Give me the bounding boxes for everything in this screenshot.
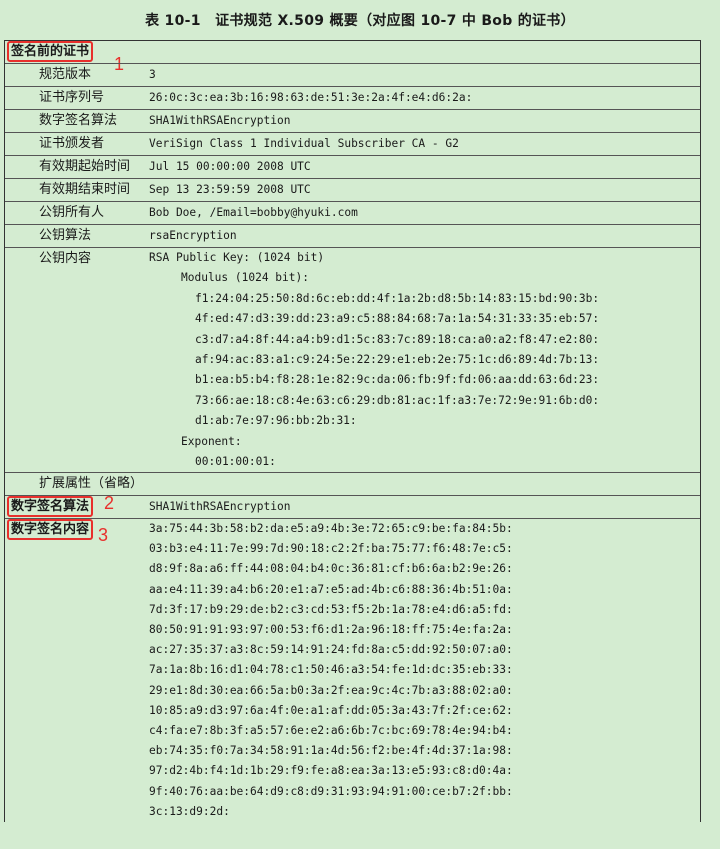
sig-line: 80:50:91:91:93:97:00:53:f6:d1:2a:96:18:f…	[149, 623, 513, 637]
sig-line: 29:e1:8d:30:ea:66:5a:b0:3a:2f:ea:9c:4c:7…	[149, 683, 513, 697]
field-label: 公钥所有人	[39, 205, 105, 220]
field-row: 公钥所有人 Bob Doe, /Email=bobby@hyuki.com	[5, 202, 700, 225]
sig-line: 9f:40:76:aa:be:64:d9:c8:d9:31:93:94:91:0…	[149, 784, 513, 798]
extensions-label: 扩展属性（省略）	[39, 476, 144, 491]
field-row: 规范版本 3	[5, 64, 700, 87]
sig-line: d8:9f:8a:a6:ff:44:08:04:b4:0c:36:81:cf:b…	[149, 562, 513, 576]
field-label: 公钥算法	[39, 228, 92, 243]
field-row: 证书颁发者 VeriSign Class 1 Individual Subscr…	[5, 133, 700, 156]
field-value: rsaEncryption	[149, 229, 237, 242]
field-label: 规范版本	[39, 67, 92, 82]
field-row: 公钥算法 rsaEncryption	[5, 225, 700, 248]
sig-line: 10:85:a9:d3:97:6a:4f:0e:a1:af:dd:05:3a:4…	[149, 703, 513, 717]
field-value: Bob Doe, /Email=bobby@hyuki.com	[149, 206, 358, 219]
sig-algo-value: SHA1WithRSAEncryption	[149, 500, 291, 513]
field-label: 有效期起始时间	[39, 159, 131, 174]
extensions-row: 扩展属性（省略）	[5, 473, 700, 496]
field-row: 证书序列号 26:0c:3c:ea:3b:16:98:63:de:51:3e:2…	[5, 87, 700, 110]
certificate-table: 签名前的证书 规范版本 3 证书序列号 26:0c:3c:ea:3b:16:98…	[4, 40, 701, 823]
sig-line: aa:e4:11:39:a4:b6:20:e1:a7:e5:ad:4b:c6:8…	[149, 582, 513, 596]
field-row: 有效期结束时间 Sep 13 23:59:59 2008 UTC	[5, 179, 700, 202]
modulus-line: b1:ea:b5:b4:f8:28:1e:82:9c:da:06:fb:9f:f…	[195, 373, 600, 387]
sig-line: 97:d2:4b:f4:1d:1b:29:f9:fe:a8:ea:3a:13:e…	[149, 764, 513, 778]
sig-algo-label: 数字签名算法	[7, 496, 94, 517]
sig-algo-row: 数字签名算法 SHA1WithRSAEncryption	[5, 496, 700, 519]
sig-line: ac:27:35:37:a3:8c:59:14:91:24:fd:8a:c5:d…	[149, 643, 513, 657]
field-row: 有效期起始时间 Jul 15 00:00:00 2008 UTC	[5, 156, 700, 179]
sig-line: 3c:13:d9:2d:	[149, 804, 230, 818]
sig-line: 3a:75:44:3b:58:b2:da:e5:a9:4b:3e:72:65:c…	[149, 522, 513, 535]
modulus-line: f1:24:04:25:50:8d:6c:eb:dd:4f:1a:2b:d8:5…	[195, 291, 600, 305]
field-label: 有效期结束时间	[39, 182, 131, 197]
modulus-line: d1:ab:7e:97:96:bb:2b:31:	[195, 414, 357, 428]
sig-line: eb:74:35:f0:7a:34:58:91:1a:4d:56:f2:be:4…	[149, 744, 513, 758]
sig-line: 03:b3:e4:11:7e:99:7d:90:18:c2:2f:ba:75:7…	[149, 542, 513, 556]
section-header-row: 签名前的证书	[5, 41, 700, 64]
field-label: 证书颁发者	[39, 136, 105, 151]
modulus-line: 4f:ed:47:d3:39:dd:23:a9:c5:88:84:68:7a:1…	[195, 312, 600, 326]
field-value: SHA1WithRSAEncryption	[149, 114, 291, 127]
modulus-line: af:94:ac:83:a1:c9:24:5e:22:29:e1:eb:2e:7…	[195, 353, 600, 367]
public-key-row: 公钥内容 RSA Public Key: (1024 bit) Modulus …	[5, 248, 700, 473]
exponent-value: 00:01:00:01:	[195, 455, 276, 469]
field-label: 证书序列号	[39, 90, 105, 105]
exponent-label: Exponent:	[181, 434, 242, 448]
sig-line: c4:fa:e7:8b:3f:a5:57:6e:e2:a6:6b:7c:bc:6…	[149, 724, 513, 738]
sig-line: 7a:1a:8b:16:d1:04:78:c1:50:46:a3:54:fe:1…	[149, 663, 513, 677]
public-key-title: RSA Public Key: (1024 bit)	[149, 251, 325, 264]
section-before-sig-label: 签名前的证书	[7, 41, 94, 62]
table-caption: 表 10-1 证书规范 X.509 概要（对应图 10-7 中 Bob 的证书）	[145, 13, 575, 29]
field-value: VeriSign Class 1 Individual Subscriber C…	[149, 137, 459, 150]
sig-content-label: 数字签名内容	[7, 519, 94, 540]
field-row: 数字签名算法 SHA1WithRSAEncryption	[5, 110, 700, 133]
field-label: 数字签名算法	[39, 113, 118, 128]
sig-content-row: 数字签名内容 3a:75:44:3b:58:b2:da:e5:a9:4b:3e:…	[5, 519, 700, 822]
field-value: Jul 15 00:00:00 2008 UTC	[149, 160, 311, 173]
modulus-line: 73:66:ae:18:c8:4e:63:c6:29:db:81:ac:1f:a…	[195, 393, 600, 407]
field-value: 3	[149, 68, 156, 81]
modulus-line: c3:d7:a4:8f:44:a4:b9:d1:5c:83:7c:89:18:c…	[195, 332, 600, 346]
field-label: 公钥内容	[39, 251, 92, 266]
modulus-label: Modulus (1024 bit):	[181, 271, 309, 285]
field-value: Sep 13 23:59:59 2008 UTC	[149, 183, 311, 196]
field-value: 26:0c:3c:ea:3b:16:98:63:de:51:3e:2a:4f:e…	[149, 91, 473, 104]
sig-line: 7d:3f:17:b9:29:de:b2:c3:cd:53:f5:2b:1a:7…	[149, 602, 513, 616]
